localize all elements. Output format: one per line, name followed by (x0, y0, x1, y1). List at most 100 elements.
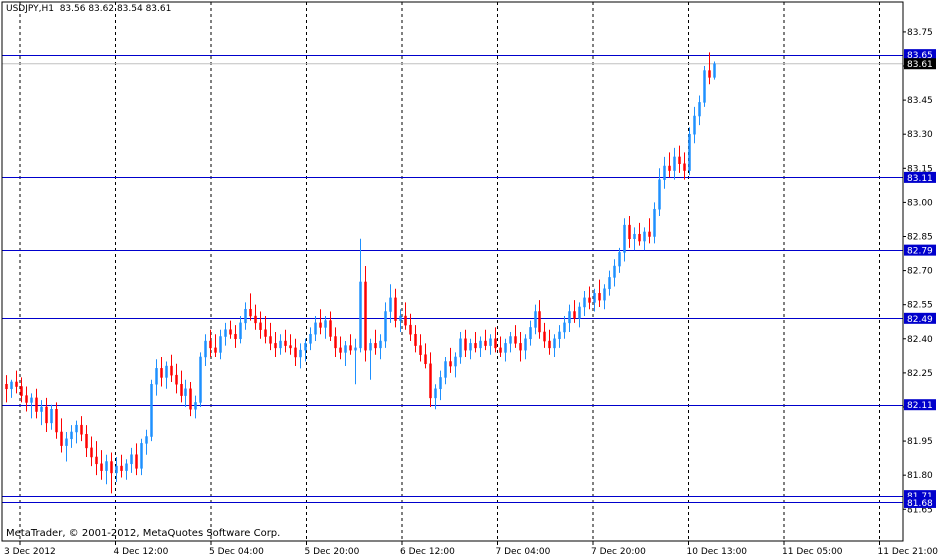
candle-body (50, 409, 53, 424)
candle-body (349, 345, 352, 351)
candle (5, 375, 8, 403)
candle-body (329, 320, 332, 337)
candle (55, 402, 58, 439)
candle-body (399, 315, 402, 321)
candle-body (459, 338, 462, 358)
candle-body (40, 406, 43, 412)
candle-body (489, 338, 492, 346)
candle-body (364, 281, 367, 351)
candle-body (379, 340, 382, 349)
candle (628, 216, 631, 248)
candle (175, 363, 178, 394)
candle (648, 218, 651, 244)
candle-body (279, 340, 282, 349)
candle-body (658, 179, 661, 210)
candle (214, 334, 217, 357)
candle (314, 316, 317, 342)
candle (643, 227, 646, 251)
candle-body (693, 115, 696, 135)
candle (529, 320, 532, 346)
candle (309, 327, 312, 351)
y-tick-label: 83.30 (907, 130, 933, 140)
candle (588, 286, 591, 310)
candle (349, 334, 352, 355)
x-tick-label: 7 Dec 20:00 (591, 547, 646, 557)
candle (558, 325, 561, 348)
candle (618, 247, 621, 273)
candle-body (419, 345, 422, 355)
candle (429, 352, 432, 407)
candle-body (160, 368, 163, 378)
candle-body (274, 343, 277, 349)
candle-body (429, 363, 432, 399)
candle (698, 95, 701, 126)
candle-body (698, 102, 701, 117)
candle-body (394, 297, 397, 321)
candle (479, 336, 482, 357)
candle (80, 416, 83, 442)
candle-body (30, 397, 33, 403)
x-tick-label: 7 Dec 04:00 (496, 547, 551, 557)
candle-body (588, 297, 591, 303)
candle (299, 343, 302, 369)
candle (658, 168, 661, 217)
candle (374, 329, 377, 355)
candle (120, 454, 123, 478)
candle-body (673, 156, 676, 171)
candle-body (344, 345, 347, 353)
x-tick-label: 11 Dec 05:00 (782, 547, 843, 557)
candle-body (548, 340, 551, 349)
candle (693, 106, 696, 144)
candle-body (239, 322, 242, 340)
candle (504, 338, 507, 362)
candle-body (75, 424, 78, 433)
candle (573, 300, 576, 323)
candle-body (214, 347, 217, 353)
candle (538, 300, 541, 339)
candle-body (598, 293, 601, 301)
candle-body (618, 252, 621, 267)
candle (25, 386, 28, 412)
candle (449, 347, 452, 373)
candle-body (45, 406, 48, 424)
candle-body (55, 409, 58, 433)
candle-body (249, 308, 252, 317)
candle (543, 322, 546, 348)
candle (319, 309, 322, 335)
candle-body (449, 361, 452, 367)
current-price-label: 83.61 (907, 60, 933, 70)
candle-body (534, 311, 537, 328)
candle-body (504, 343, 507, 353)
candle (344, 341, 347, 367)
candle (165, 361, 168, 389)
candle (15, 370, 18, 394)
candle (10, 379, 13, 398)
candle (184, 379, 187, 407)
price-chart[interactable]: 83.7583.6083.4583.3083.1583.0082.8582.70… (0, 0, 940, 559)
candle (499, 336, 502, 357)
candle (469, 338, 472, 360)
y-tick-label: 82.70 (907, 267, 933, 277)
candle-body (469, 343, 472, 351)
candle (45, 397, 48, 432)
candle (578, 302, 581, 328)
candle-body (115, 465, 118, 474)
y-tick-label: 83.00 (907, 198, 933, 208)
candle (155, 359, 158, 396)
x-tick-label: 5 Dec 20:00 (305, 547, 360, 557)
candle-body (184, 388, 187, 396)
candle-body (15, 381, 18, 387)
candle-body (359, 281, 362, 349)
candle-body (424, 354, 427, 365)
y-tick-label: 82.25 (907, 369, 933, 379)
candle-body (524, 338, 527, 351)
candle (150, 379, 153, 442)
candle (474, 331, 477, 353)
candle-body (414, 333, 417, 346)
candle-body (80, 424, 83, 435)
candle (638, 222, 641, 246)
candle (229, 320, 232, 339)
candle-body (384, 311, 387, 342)
candle-body (199, 356, 202, 403)
candle-body (389, 297, 392, 312)
